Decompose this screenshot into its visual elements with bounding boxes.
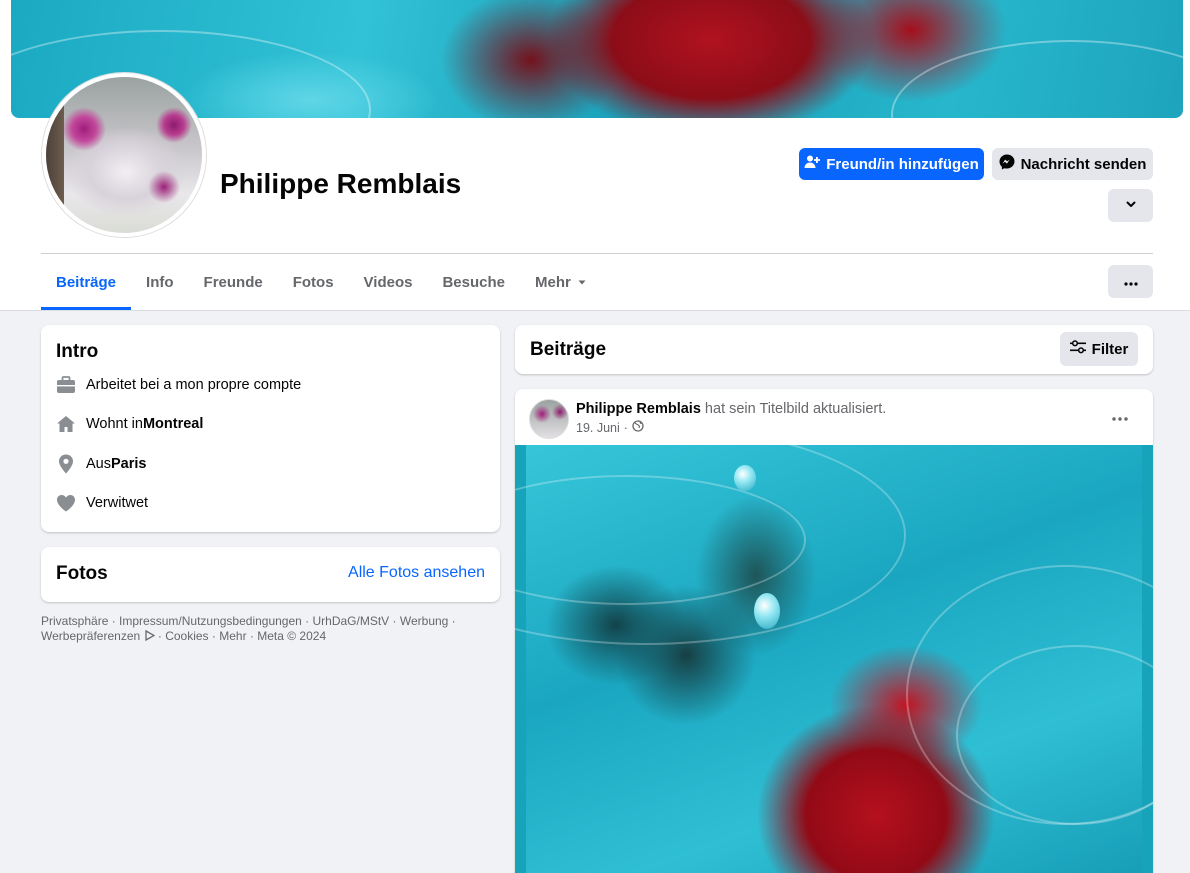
image-ripple <box>515 445 906 645</box>
post-date[interactable]: 19. Juni <box>576 421 620 435</box>
tab-info-label: Info <box>146 273 174 291</box>
tab-posts-label: Beiträge <box>56 273 117 291</box>
add-friend-icon <box>804 154 821 174</box>
intro-from: Aus Paris <box>56 454 146 474</box>
more-icon <box>1123 273 1138 290</box>
photos-card: Fotos Alle Fotos ansehen <box>41 547 500 602</box>
see-all-photos-link[interactable]: Alle Fotos ansehen <box>348 564 485 582</box>
tab-videos[interactable]: Videos <box>349 254 428 310</box>
avatar-trunk <box>46 77 64 233</box>
filter-icon <box>1069 340 1086 358</box>
water-drop <box>754 593 780 629</box>
page-footer: Privatsphäre · Impressum/Nutzungsbedingu… <box>41 614 481 644</box>
post-image-content <box>515 445 1153 873</box>
filter-label: Filter <box>1091 340 1129 358</box>
tab-more-label: Mehr <box>535 273 571 291</box>
intro-title: Intro <box>56 341 99 362</box>
intro-from-prefix: Aus <box>86 456 111 472</box>
intro-relationship-text: Verwitwet <box>86 495 149 511</box>
cover-photo[interactable] <box>11 0 1183 118</box>
location-pin-icon <box>56 454 76 474</box>
profile-name: Philippe Remblais <box>220 168 462 199</box>
home-icon <box>56 414 76 434</box>
post-cover-image[interactable] <box>515 445 1153 873</box>
globe-icon <box>632 420 644 435</box>
ad-choices-icon <box>144 629 155 643</box>
add-friend-label: Freund/in hinzufügen <box>826 155 979 173</box>
photos-title: Fotos <box>56 563 108 584</box>
footer-link-ad-preferences[interactable]: Werbepräferenzen <box>41 629 140 643</box>
water-drop <box>734 465 756 491</box>
footer-link-ads[interactable]: Werbung <box>400 614 448 628</box>
tab-videos-label: Videos <box>363 273 413 291</box>
post-author-avatar[interactable] <box>529 399 569 439</box>
post-meta-sep: · <box>623 420 628 435</box>
footer-link-privacy[interactable]: Privatsphäre <box>41 614 108 628</box>
footer-sep: · <box>208 629 220 643</box>
briefcase-icon <box>56 375 76 395</box>
footer-link-urhdag[interactable]: UrhDaG/MStV <box>313 614 390 628</box>
post-headline: Philippe Remblais hat sein Titelbild akt… <box>576 401 886 417</box>
tab-friends[interactable]: Freunde <box>189 254 278 310</box>
footer-link-cookies[interactable]: Cookies <box>165 629 208 643</box>
intro-from-city[interactable]: Paris <box>111 456 146 472</box>
footer-sep: · <box>246 629 258 643</box>
intro-lives-city[interactable]: Montreal <box>143 416 203 432</box>
profile-tabs: Beiträge Info Freunde Fotos Videos Besuc… <box>41 254 602 310</box>
post-action-text: hat sein Titelbild aktualisiert. <box>700 401 887 417</box>
post-author-name[interactable]: Philippe Remblais <box>576 401 701 417</box>
footer-copyright: Meta © 2024 <box>257 629 327 643</box>
tab-more[interactable]: Mehr <box>520 254 602 310</box>
tab-posts[interactable]: Beiträge <box>41 254 132 310</box>
tab-photos-label: Fotos <box>292 273 334 291</box>
intro-lives: Wohnt in Montreal <box>56 414 203 434</box>
more-icon <box>1112 408 1128 426</box>
tab-friends-label: Freunde <box>203 273 263 291</box>
profile-header: Philippe Remblais Freund/in hinzufügen N… <box>0 0 1190 311</box>
footer-sep: · <box>448 614 456 628</box>
send-message-button[interactable]: Nachricht senden <box>992 148 1153 180</box>
intro-card: Intro Arbeitet bei a mon propre compte W… <box>41 325 500 532</box>
tab-info[interactable]: Info <box>131 254 189 310</box>
intro-relationship: Verwitwet <box>56 493 148 513</box>
profile-options-dropdown[interactable] <box>1108 189 1153 222</box>
filter-button[interactable]: Filter <box>1060 332 1138 366</box>
tab-photos[interactable]: Fotos <box>278 254 349 310</box>
footer-link-more[interactable]: Mehr <box>219 629 246 643</box>
chevron-down-icon <box>1125 197 1137 214</box>
footer-sep: · <box>154 629 166 643</box>
more-options-button[interactable] <box>1108 265 1153 298</box>
footer-sep: · <box>108 614 120 628</box>
add-friend-button[interactable]: Freund/in hinzufügen <box>799 148 984 180</box>
cover-ripple <box>891 40 1183 118</box>
posts-header-card: Beiträge Filter <box>515 325 1153 374</box>
footer-sep: · <box>301 614 313 628</box>
profile-picture[interactable] <box>42 73 206 237</box>
caret-down-icon <box>577 274 587 291</box>
post-meta: 19. Juni · <box>576 420 644 435</box>
heart-icon <box>56 493 76 513</box>
post-options-button[interactable] <box>1105 405 1135 429</box>
tab-checkins-label: Besuche <box>442 273 505 291</box>
footer-sep: · <box>389 614 400 628</box>
intro-lives-prefix: Wohnt in <box>86 416 143 432</box>
messenger-icon <box>999 154 1015 174</box>
intro-work: Arbeitet bei a mon propre compte <box>56 375 301 395</box>
intro-work-text: Arbeitet bei a mon propre compte <box>86 377 302 393</box>
tab-checkins[interactable]: Besuche <box>427 254 520 310</box>
post-card: Philippe Remblais hat sein Titelbild akt… <box>515 389 1153 873</box>
send-message-label: Nachricht senden <box>1020 155 1147 173</box>
posts-title: Beiträge <box>530 339 607 360</box>
footer-link-imprint[interactable]: Impressum/Nutzungsbedingungen <box>119 614 302 628</box>
